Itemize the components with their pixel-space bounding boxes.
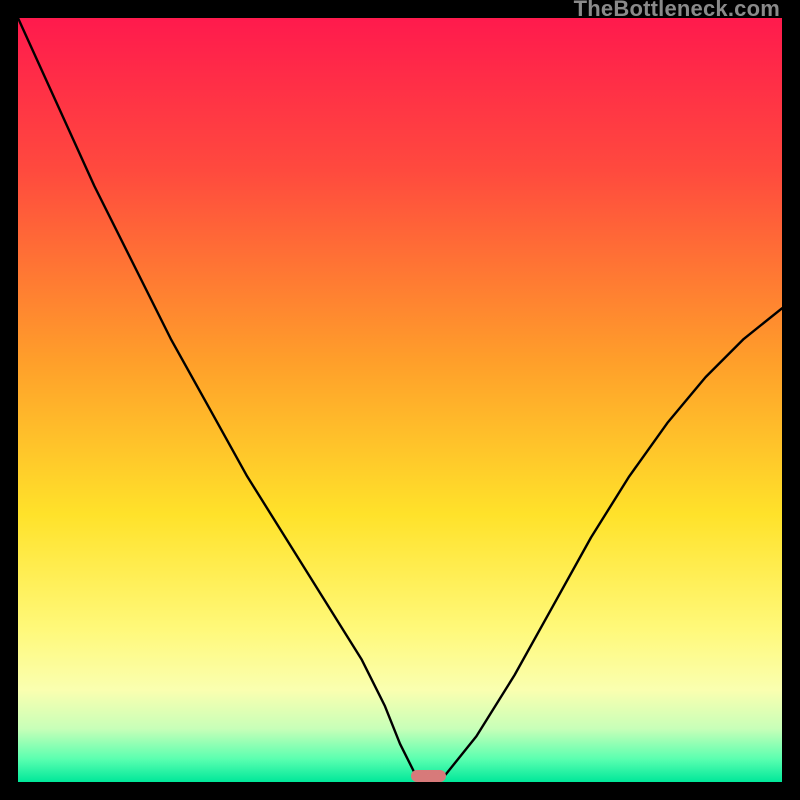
bottleneck-gradient-background (18, 18, 782, 782)
plot-area (18, 18, 782, 782)
optimal-range-marker (411, 770, 445, 782)
chart-frame: TheBottleneck.com (0, 0, 800, 800)
